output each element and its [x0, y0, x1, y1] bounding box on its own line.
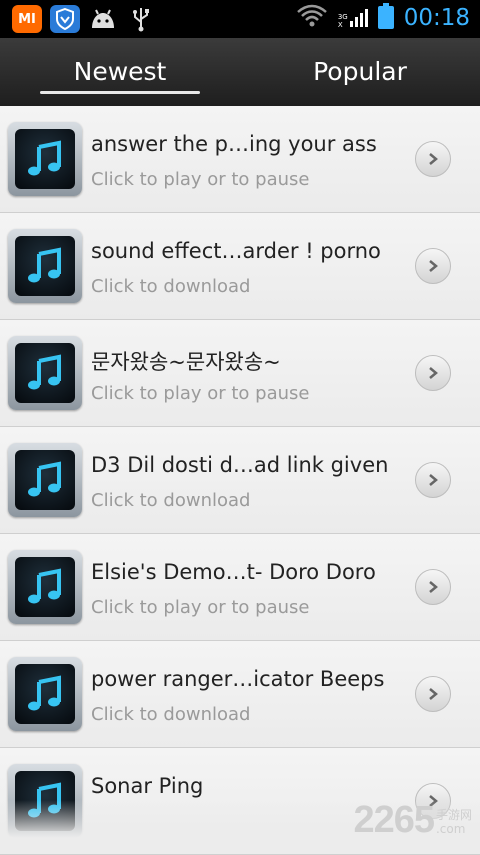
- mi-icon: MI: [12, 5, 42, 33]
- signal-bottom-label: X: [337, 21, 343, 29]
- signal-top-label: 3G: [337, 13, 348, 21]
- watermark-side-bottom: .com: [435, 822, 466, 836]
- item-subtitle: Click to download: [91, 276, 251, 297]
- music-note-icon: [28, 461, 61, 497]
- item-title: sound effect…arder ! porno: [91, 239, 381, 263]
- status-clock: 00:18: [403, 5, 470, 31]
- watermark-side-top: 手游网: [435, 808, 472, 822]
- item-title: 문자왔송~문자왔송~: [91, 350, 281, 374]
- system-indicators: 3G X 00:18: [296, 3, 470, 33]
- chevron-right-icon[interactable]: [415, 141, 451, 177]
- music-thumbnail: [8, 336, 82, 410]
- music-note-icon: [28, 354, 61, 390]
- wifi-icon: [296, 4, 328, 32]
- chevron-right-icon[interactable]: [415, 676, 451, 712]
- usb-icon: [126, 5, 156, 33]
- watermark-side: 手游网 .com: [436, 808, 472, 836]
- chevron-right-icon[interactable]: [415, 248, 451, 284]
- notification-icons: MI: [12, 5, 156, 33]
- music-note-icon: [28, 675, 61, 711]
- item-title: Sonar Ping: [91, 774, 204, 798]
- tab-newest[interactable]: Newest: [0, 38, 240, 106]
- music-thumbnail: [8, 443, 82, 517]
- music-thumbnail: [8, 122, 82, 196]
- chevron-right-icon[interactable]: [415, 462, 451, 498]
- item-subtitle: Click to download: [91, 490, 251, 511]
- music-note-icon: [28, 568, 61, 604]
- list-item[interactable]: power ranger…icator Beeps Click to downl…: [0, 641, 480, 748]
- item-title: D3 Dil dosti d…ad link given: [91, 453, 389, 477]
- shield-icon: [50, 5, 80, 33]
- signal-icon: 3G X: [338, 7, 368, 29]
- music-thumbnail: [8, 657, 82, 731]
- list-item[interactable]: 문자왔송~문자왔송~ Click to play or to pause: [0, 320, 480, 427]
- tab-selected-indicator: [40, 91, 200, 94]
- item-title: Elsie's Demo…t- Doro Doro: [91, 560, 376, 584]
- android-icon: [88, 5, 118, 33]
- music-note-icon: [28, 140, 61, 176]
- list-item[interactable]: sound effect…arder ! porno Click to down…: [0, 213, 480, 320]
- list-item[interactable]: Elsie's Demo…t- Doro Doro Click to play …: [0, 534, 480, 641]
- music-thumbnail: [8, 550, 82, 624]
- item-title: answer the p…ing your ass: [91, 132, 377, 156]
- music-note-icon: [28, 247, 61, 283]
- watermark-logo: 2265 手游网 .com: [353, 799, 472, 842]
- chevron-right-icon[interactable]: [415, 355, 451, 391]
- music-thumbnail: [8, 229, 82, 303]
- status-bar: MI 3G X 00:18: [0, 0, 480, 38]
- chevron-right-icon[interactable]: [415, 569, 451, 605]
- item-subtitle: Click to play or to pause: [91, 169, 310, 190]
- ringtone-list: answer the p…ing your ass Click to play …: [0, 106, 480, 855]
- tab-bar: Newest Popular: [0, 38, 480, 106]
- battery-icon: [377, 3, 394, 33]
- item-subtitle: Click to play or to pause: [91, 383, 310, 404]
- tab-popular[interactable]: Popular: [240, 38, 480, 106]
- list-item[interactable]: answer the p…ing your ass Click to play …: [0, 106, 480, 213]
- item-subtitle: Click to download: [91, 704, 251, 725]
- item-title: power ranger…icator Beeps: [91, 667, 385, 691]
- item-subtitle: Click to play or to pause: [91, 597, 310, 618]
- watermark-number: 2265: [353, 799, 435, 841]
- list-item[interactable]: D3 Dil dosti d…ad link given Click to do…: [0, 427, 480, 534]
